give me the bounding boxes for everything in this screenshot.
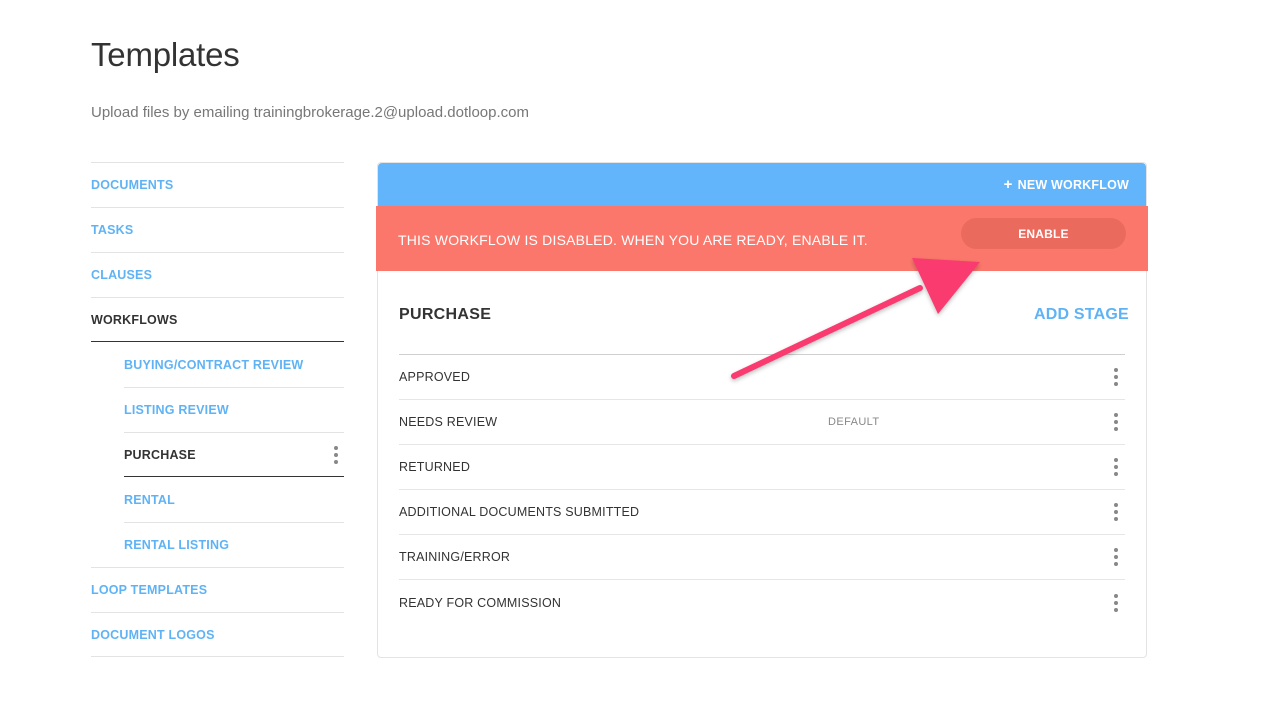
default-badge: DEFAULT	[828, 416, 880, 428]
stage-row[interactable]: APPROVED	[399, 355, 1125, 400]
plus-icon: +	[1003, 176, 1013, 193]
sidebar-item-loop-templates[interactable]: LOOP TEMPLATES	[91, 567, 344, 612]
kebab-menu-icon[interactable]	[1108, 500, 1124, 524]
stage-row[interactable]: NEEDS REVIEW DEFAULT	[399, 400, 1125, 445]
sidebar-nav: DOCUMENTS TASKS CLAUSES WORKFLOWS BUYING…	[91, 162, 344, 657]
stage-row[interactable]: RETURNED	[399, 445, 1125, 490]
alert-message: THIS WORKFLOW IS DISABLED. WHEN YOU ARE …	[398, 232, 868, 248]
sidebar-item-label: LOOP TEMPLATES	[91, 583, 208, 597]
kebab-menu-icon[interactable]	[1108, 365, 1124, 389]
new-workflow-label: NEW WORKFLOW	[1017, 178, 1129, 192]
stage-name: TRAINING/ERROR	[399, 550, 511, 564]
sidebar-subitem-rental-listing[interactable]: RENTAL LISTING	[124, 522, 344, 567]
sidebar-item-label: DOCUMENTS	[91, 178, 174, 192]
add-stage-button[interactable]: ADD STAGE	[1034, 306, 1129, 324]
sidebar-item-documents[interactable]: DOCUMENTS	[91, 162, 344, 207]
stage-name: APPROVED	[399, 370, 471, 384]
sidebar-item-label: CLAUSES	[91, 268, 153, 282]
kebab-menu-icon[interactable]	[328, 443, 344, 467]
sidebar-subitem-buying-contract-review[interactable]: BUYING/CONTRACT REVIEW	[124, 342, 344, 387]
kebab-menu-icon[interactable]	[1108, 545, 1124, 569]
enable-button[interactable]: ENABLE	[961, 218, 1126, 249]
kebab-menu-icon[interactable]	[1108, 455, 1124, 479]
kebab-menu-icon[interactable]	[1108, 410, 1124, 434]
stage-row[interactable]: ADDITIONAL DOCUMENTS SUBMITTED	[399, 490, 1125, 535]
sidebar-item-label: LISTING REVIEW	[124, 403, 229, 417]
sidebar-item-tasks[interactable]: TASKS	[91, 207, 344, 252]
page-title: Templates	[91, 36, 240, 73]
disabled-workflow-alert: THIS WORKFLOW IS DISABLED. WHEN YOU ARE …	[376, 206, 1148, 271]
stage-name: ADDITIONAL DOCUMENTS SUBMITTED	[399, 505, 640, 519]
sidebar-subitem-purchase[interactable]: PURCHASE	[124, 432, 344, 477]
stage-row[interactable]: READY FOR COMMISSION	[399, 580, 1125, 625]
sidebar-subitem-listing-review[interactable]: LISTING REVIEW	[124, 387, 344, 432]
stage-name: RETURNED	[399, 460, 471, 474]
sidebar-subitem-rental[interactable]: RENTAL	[124, 477, 344, 522]
new-workflow-button[interactable]: + NEW WORKFLOW	[1003, 176, 1129, 193]
sidebar-item-clauses[interactable]: CLAUSES	[91, 252, 344, 297]
stage-name: NEEDS REVIEW	[399, 415, 498, 429]
kebab-menu-icon[interactable]	[1108, 591, 1124, 615]
sidebar-item-label: PURCHASE	[124, 447, 196, 462]
panel-header-bar: + NEW WORKFLOW	[378, 163, 1146, 208]
sidebar-item-label: BUYING/CONTRACT REVIEW	[124, 357, 304, 372]
sidebar-item-label: DOCUMENT LOGOS	[91, 627, 215, 642]
sidebar-item-label: WORKFLOWS	[91, 312, 178, 327]
sidebar-item-label: TASKS	[91, 223, 134, 237]
workflow-title: PURCHASE	[399, 306, 492, 323]
sidebar-item-document-logos[interactable]: DOCUMENT LOGOS	[91, 612, 344, 657]
sidebar-item-workflows[interactable]: WORKFLOWS	[91, 297, 344, 342]
sidebar-item-label: RENTAL	[124, 492, 175, 507]
stage-list: APPROVED NEEDS REVIEW DEFAULT RETURNED A…	[399, 354, 1125, 625]
upload-instructions: Upload files by emailing trainingbrokera…	[91, 104, 529, 121]
stage-name: READY FOR COMMISSION	[399, 595, 562, 610]
sidebar-item-label: RENTAL LISTING	[124, 538, 230, 552]
stage-row[interactable]: TRAINING/ERROR	[399, 535, 1125, 580]
